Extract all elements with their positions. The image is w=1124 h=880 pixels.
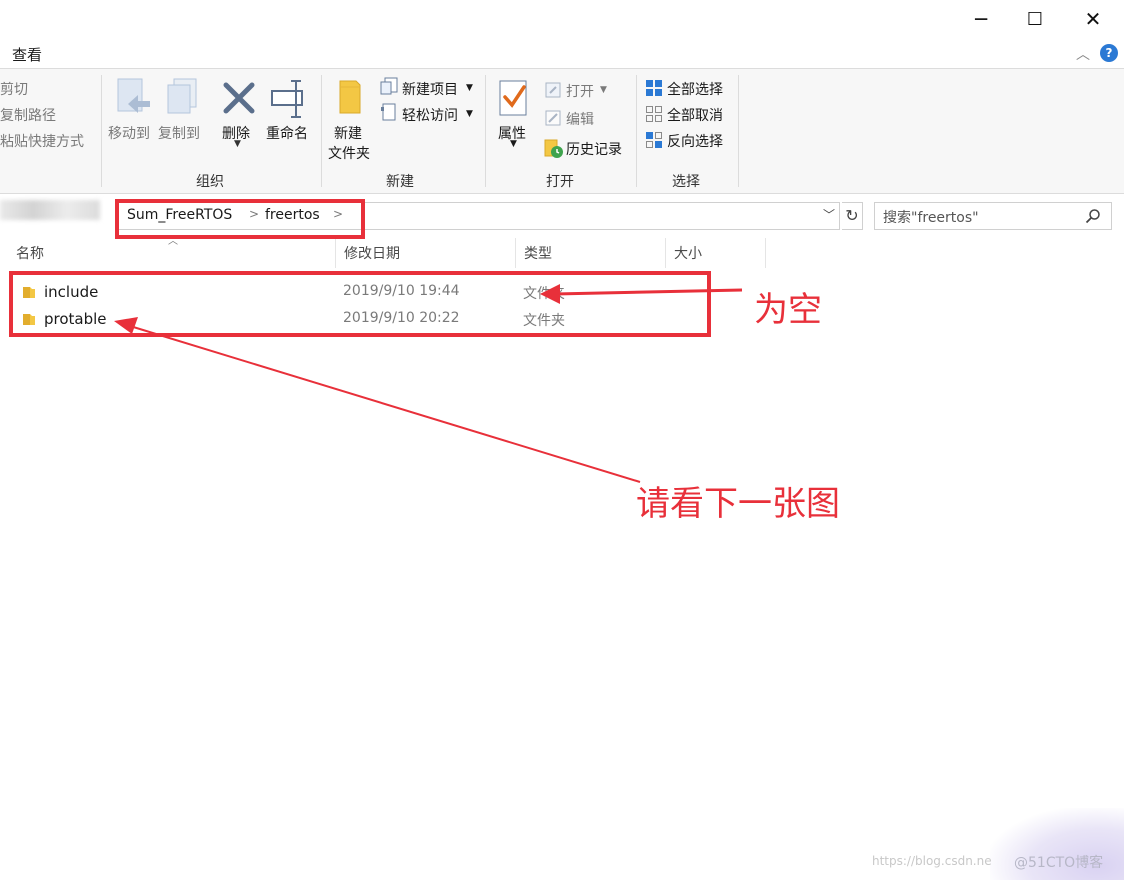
annotation-empty: 为空 <box>754 290 822 330</box>
watermark-site: @51CTO博客 <box>1014 855 1104 871</box>
watermark-url: https://blog.csdn.ne <box>872 854 992 868</box>
annotation-see-next: 请看下一张图 <box>636 484 840 524</box>
annotation-arrows <box>114 284 743 483</box>
